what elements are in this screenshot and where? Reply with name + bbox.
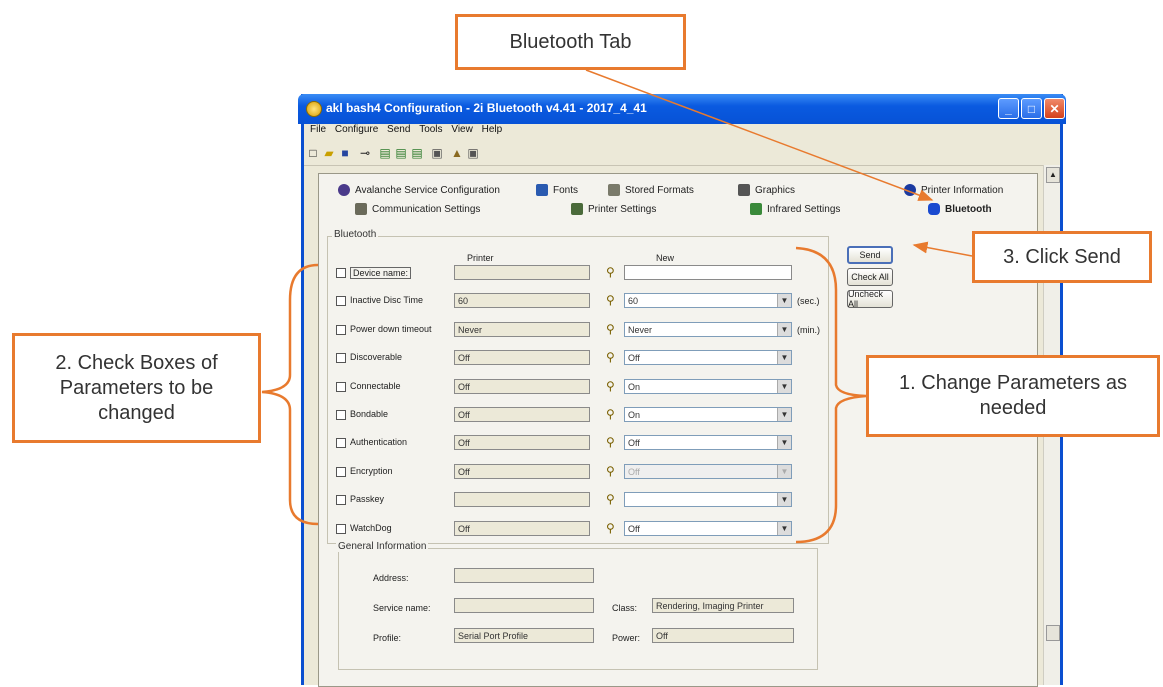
callout-click-send: 3. Click Send — [972, 231, 1152, 283]
send-arrow — [912, 241, 973, 257]
right-bracket — [795, 246, 867, 544]
callout-bluetooth-tab: Bluetooth Tab — [455, 14, 686, 70]
callout-change-parameters: 1. Change Parameters as needed — [866, 355, 1160, 437]
callout-check-boxes: 2. Check Boxes of Parameters to be chang… — [12, 333, 261, 443]
left-bracket — [261, 263, 319, 526]
bluetooth-tab-arrow — [585, 69, 934, 201]
